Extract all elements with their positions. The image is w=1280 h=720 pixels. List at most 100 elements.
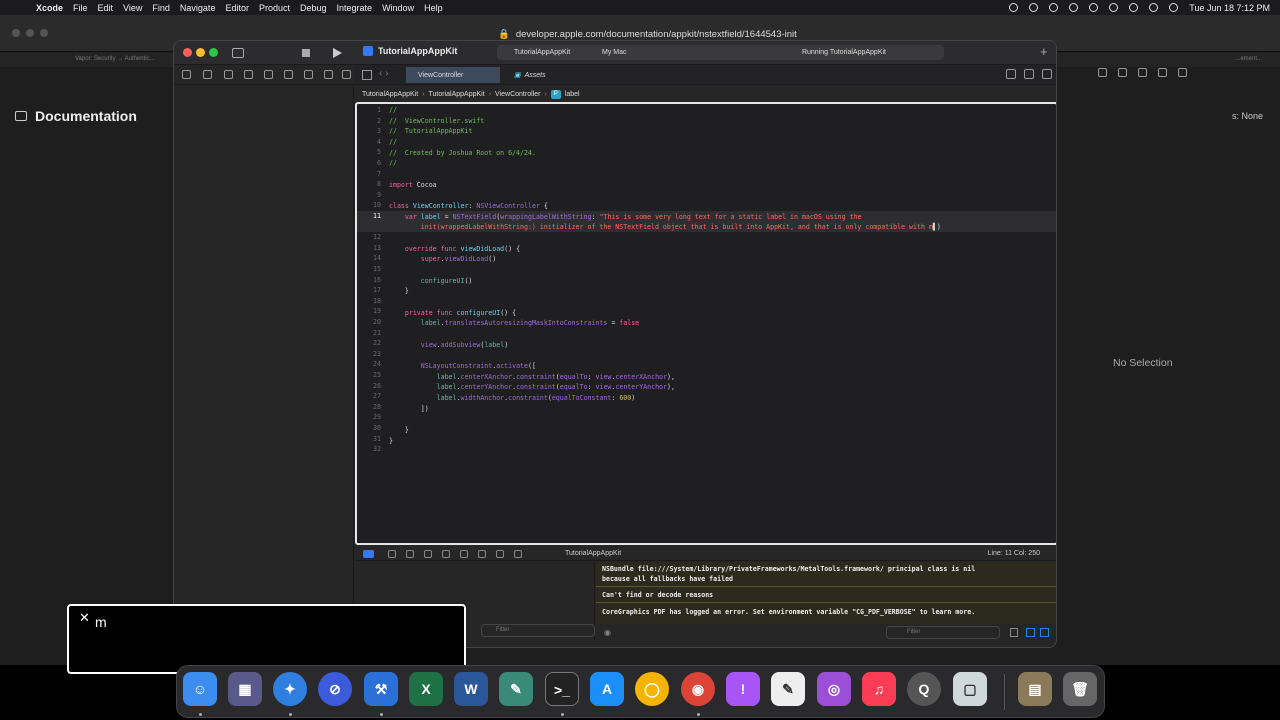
continue-icon[interactable]	[406, 550, 414, 558]
zoom-window-button[interactable]	[209, 48, 218, 57]
menu-window[interactable]: Window	[382, 3, 414, 13]
feedback-icon[interactable]: !	[726, 672, 760, 706]
line-number: 19	[373, 307, 381, 316]
refresh-icon[interactable]	[1006, 69, 1016, 79]
wifi-icon[interactable]	[1109, 3, 1119, 12]
step-in-icon[interactable]	[442, 550, 450, 558]
xcode-icon[interactable]: ⚒	[364, 672, 398, 706]
launchpad-icon[interactable]: ▦	[228, 672, 262, 706]
safari-tab-right[interactable]: ...ement...	[1235, 56, 1262, 62]
code-line-1: //	[389, 106, 397, 114]
variables-filter[interactable]: Filter	[481, 624, 595, 637]
report-icon[interactable]	[342, 70, 351, 79]
menu-view[interactable]: View	[123, 3, 142, 13]
google-chrome-icon[interactable]: ◉	[681, 672, 715, 706]
folder-icon[interactable]	[182, 70, 191, 79]
breadcrumb-symbol[interactable]: label	[565, 91, 580, 98]
breakpoint-icon[interactable]	[324, 70, 333, 79]
console-filter[interactable]: Filter	[886, 626, 1000, 639]
menu-find[interactable]: Find	[152, 3, 170, 13]
location-icon[interactable]	[514, 550, 522, 558]
breadcrumb-file[interactable]: ViewController	[495, 91, 540, 98]
battery-icon[interactable]	[1089, 3, 1099, 12]
eye-icon[interactable]: ◉	[604, 628, 611, 637]
quicktime-icon[interactable]: Q	[907, 672, 941, 706]
chrome-app-icon[interactable]: ◯	[635, 672, 669, 706]
menu-integrate[interactable]: Integrate	[337, 3, 373, 13]
split-console-icon[interactable]	[1026, 628, 1035, 637]
add-icon[interactable]: +	[1040, 44, 1048, 59]
minimize-window-button[interactable]	[196, 48, 205, 57]
podcasts-icon[interactable]: ◎	[817, 672, 851, 706]
breadcrumb-project[interactable]: TutorialAppAppKit	[362, 91, 418, 98]
scheme-selector[interactable]: TutorialAppAppKit My Mac Running Tutoria…	[497, 45, 944, 60]
environment-icon[interactable]	[496, 550, 504, 558]
safari-icon[interactable]: ✦	[273, 672, 307, 706]
memory-graph-icon[interactable]	[478, 550, 486, 558]
search-icon[interactable]	[1129, 3, 1139, 12]
word-icon[interactable]: W	[454, 672, 488, 706]
attributes-inspector-icon[interactable]	[1178, 68, 1187, 77]
menu-edit[interactable]: Edit	[98, 3, 114, 13]
help-inspector-icon[interactable]	[1138, 68, 1147, 77]
breadcrumb-group[interactable]: TutorialAppAppKit	[429, 91, 485, 98]
split-editor-icon[interactable]	[1042, 69, 1052, 79]
tab-assets[interactable]: ▣ Assets	[506, 67, 554, 83]
bluetooth-icon[interactable]	[1049, 3, 1059, 12]
history-inspector-icon[interactable]	[1118, 68, 1127, 77]
related-items-icon[interactable]	[362, 70, 372, 80]
bookmark-icon[interactable]	[224, 70, 233, 79]
show-console-icon[interactable]	[1040, 628, 1049, 637]
music-icon[interactable]: ♫	[862, 672, 896, 706]
scheme-destination[interactable]: My Mac	[602, 49, 627, 56]
menu-debug[interactable]: Debug	[300, 3, 327, 13]
do-not-disturb-icon[interactable]: ⊘	[318, 672, 352, 706]
siri-icon[interactable]	[1169, 3, 1179, 12]
terminal-icon[interactable]: >_	[545, 672, 579, 706]
photo-thumbnail-icon[interactable]: ▤	[1018, 672, 1052, 706]
issue-icon[interactable]	[264, 70, 273, 79]
trash-icon[interactable]	[1010, 628, 1018, 637]
finder-icon[interactable]: ☺	[183, 672, 217, 706]
menu-editor[interactable]: Editor	[225, 3, 249, 13]
identity-inspector-icon[interactable]	[1158, 68, 1167, 77]
airdrop-icon[interactable]	[1029, 3, 1039, 12]
textedit-icon[interactable]: ✎	[771, 672, 805, 706]
find-icon[interactable]	[244, 70, 253, 79]
source-editor[interactable]: 1 2 3 4 5 6 7 8 9 10 11 12 13 14 15 16 17 18 19 20 21 22 23 24 2…	[355, 102, 1056, 545]
debug-icon[interactable]	[304, 70, 313, 79]
clock[interactable]: Tue Jun 18 7:12 PM	[1189, 3, 1270, 13]
trash-icon[interactable]: 🗑	[1063, 672, 1097, 706]
script-editor-icon[interactable]: ✎	[499, 672, 533, 706]
tab-viewcontroller[interactable]: ViewController	[406, 67, 500, 83]
menu-product[interactable]: Product	[259, 3, 290, 13]
control-center-icon[interactable]	[1149, 3, 1159, 12]
menu-help[interactable]: Help	[424, 3, 443, 13]
view-hierarchy-icon[interactable]	[460, 550, 468, 558]
project-title: TutorialAppAppKit	[363, 46, 457, 56]
step-over-icon[interactable]	[424, 550, 432, 558]
menu-navigate[interactable]: Navigate	[180, 3, 216, 13]
file-inspector-icon[interactable]	[1098, 68, 1107, 77]
close-icon[interactable]: ✕	[79, 610, 90, 626]
source-control-icon[interactable]	[203, 70, 212, 79]
debug-area-toggle[interactable]	[363, 550, 374, 558]
pause-icon[interactable]	[388, 550, 396, 558]
preview-icon[interactable]: ▢	[953, 672, 987, 706]
test-icon[interactable]	[284, 70, 293, 79]
close-window-button[interactable]	[183, 48, 192, 57]
menu-app-name[interactable]: Xcode	[36, 3, 63, 13]
now-playing-icon[interactable]	[1069, 3, 1079, 12]
run-button[interactable]	[333, 48, 342, 58]
menu-file[interactable]: File	[73, 3, 88, 13]
stop-button[interactable]	[302, 49, 310, 57]
sidebar-toggle-icon[interactable]	[15, 111, 27, 121]
app-store-icon[interactable]: A	[590, 672, 624, 706]
navigator-toggle-icon[interactable]	[232, 48, 244, 58]
editor-options-icon[interactable]	[1024, 69, 1034, 79]
back-forward-icon[interactable]: ‹ ›	[379, 68, 388, 79]
excel-icon[interactable]: X	[409, 672, 443, 706]
scheme-app[interactable]: TutorialAppAppKit	[514, 49, 570, 56]
record-icon[interactable]	[1009, 3, 1019, 12]
safari-tab-left[interactable]: Vapor: Security → Authentic...	[75, 56, 155, 62]
